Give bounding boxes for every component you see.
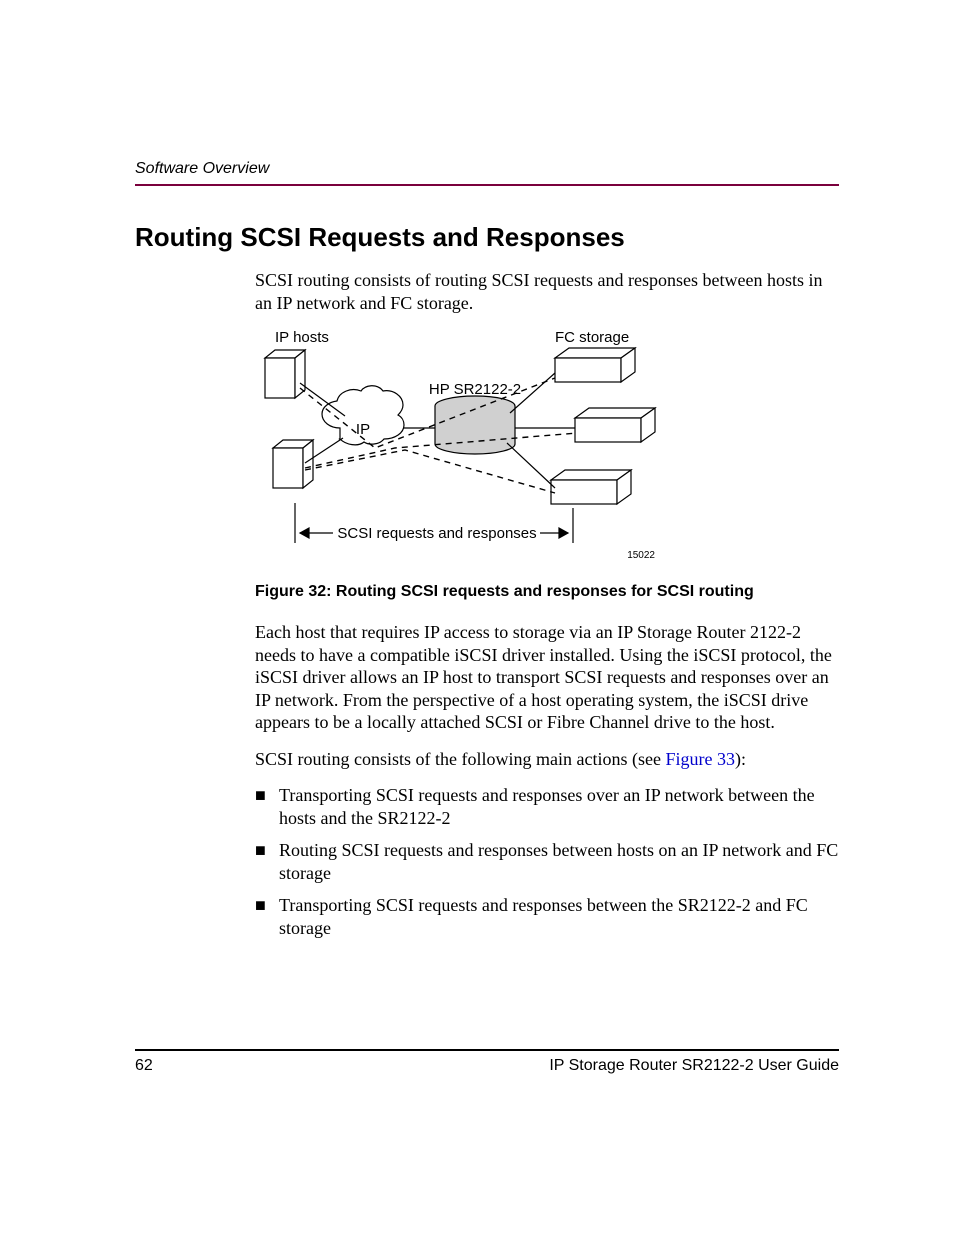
body-paragraph: SCSI routing consists of the following m… bbox=[255, 748, 839, 771]
doc-title: IP Storage Router SR2122-2 User Guide bbox=[549, 1057, 839, 1075]
running-head: Software Overview bbox=[135, 160, 839, 178]
list-item-text: Transporting SCSI requests and responses… bbox=[279, 894, 839, 939]
body-paragraph: Each host that requires IP access to sto… bbox=[255, 621, 839, 734]
label-ip: IP bbox=[356, 421, 370, 438]
fc-storage-box bbox=[555, 348, 635, 382]
label-fc-storage: FC storage bbox=[555, 329, 629, 346]
ip-host-box bbox=[273, 440, 313, 488]
bullet-icon: ■ bbox=[255, 894, 279, 917]
fc-storage-box bbox=[551, 470, 631, 504]
bullet-icon: ■ bbox=[255, 784, 279, 807]
figure-diagram: IP hosts FC storage IP bbox=[255, 328, 839, 573]
section-heading: Routing SCSI Requests and Responses bbox=[135, 222, 839, 253]
arrow-left bbox=[300, 528, 333, 538]
bullet-list: ■Transporting SCSI requests and response… bbox=[255, 784, 839, 939]
page-number: 62 bbox=[135, 1057, 153, 1075]
header-rule bbox=[135, 184, 839, 186]
list-item-text: Routing SCSI requests and responses betw… bbox=[279, 839, 839, 884]
router-cylinder bbox=[435, 396, 515, 454]
label-scsi: SCSI requests and responses bbox=[337, 525, 536, 542]
text-fragment: SCSI routing consists of the following m… bbox=[255, 749, 665, 769]
fc-storage-box bbox=[575, 408, 655, 442]
list-item-text: Transporting SCSI requests and responses… bbox=[279, 784, 839, 829]
cross-reference-link[interactable]: Figure 33 bbox=[665, 749, 735, 769]
list-item: ■Transporting SCSI requests and response… bbox=[255, 784, 839, 829]
ip-host-box bbox=[265, 350, 305, 398]
connection-line bbox=[507, 443, 555, 488]
diagram-id: 15022 bbox=[627, 550, 655, 561]
label-ip-hosts: IP hosts bbox=[275, 329, 329, 346]
footer-rule bbox=[135, 1049, 839, 1051]
figure-caption: Figure 32: Routing SCSI requests and res… bbox=[255, 583, 839, 601]
list-item: ■Transporting SCSI requests and response… bbox=[255, 894, 839, 939]
text-fragment: ): bbox=[735, 749, 746, 769]
arrow-right bbox=[540, 528, 568, 538]
page-footer: 62 IP Storage Router SR2122-2 User Guide bbox=[135, 1049, 839, 1075]
bullet-icon: ■ bbox=[255, 839, 279, 862]
intro-paragraph: SCSI routing consists of routing SCSI re… bbox=[255, 269, 839, 314]
list-item: ■Routing SCSI requests and responses bet… bbox=[255, 839, 839, 884]
